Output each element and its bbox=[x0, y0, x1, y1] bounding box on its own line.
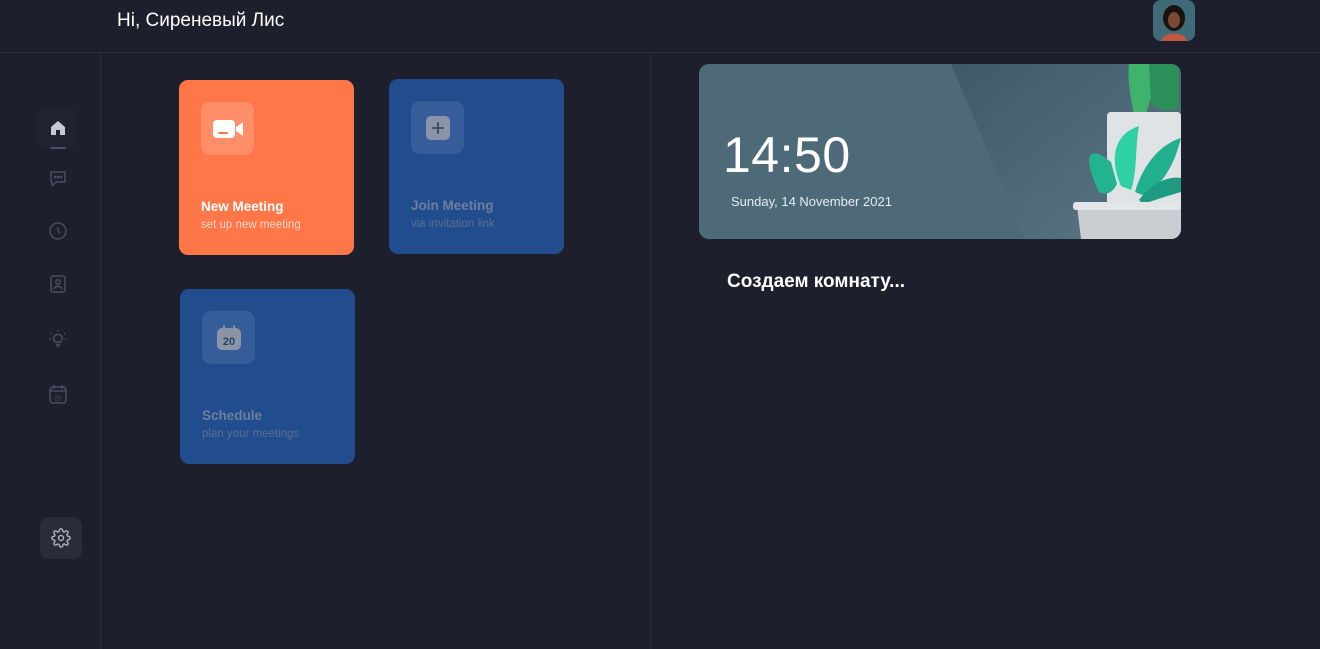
join-meeting-card[interactable]: Join Meeting via invitation link bbox=[389, 79, 564, 254]
new-meeting-card[interactable]: New Meeting set up new meeting bbox=[179, 80, 354, 255]
top-bar: Hi, Сиреневый Лис bbox=[0, 0, 1320, 53]
clock-time: 14:50 bbox=[723, 127, 851, 183]
calendar-icon: 20 bbox=[216, 324, 241, 350]
status-message: Создаем комнату... bbox=[727, 271, 906, 292]
clock-date: Sunday, 14 November 2021 bbox=[731, 194, 892, 209]
contact-card-icon bbox=[50, 275, 66, 293]
schedule-subtitle: plan your meetings bbox=[202, 428, 300, 440]
sidebar-item-chat[interactable] bbox=[38, 159, 78, 199]
calendar-icon: 20 bbox=[49, 385, 67, 404]
settings-button[interactable] bbox=[40, 517, 82, 559]
sidebar-item-home[interactable] bbox=[38, 108, 78, 149]
user-avatar[interactable] bbox=[1153, 0, 1195, 41]
panel-divider bbox=[650, 53, 651, 649]
lightbulb-icon bbox=[49, 330, 67, 348]
home-icon bbox=[51, 121, 65, 135]
join-meeting-subtitle: via invitation link bbox=[411, 218, 495, 230]
chat-icon bbox=[50, 171, 66, 187]
sidebar-item-contacts[interactable] bbox=[38, 264, 78, 304]
gear-icon bbox=[51, 528, 71, 548]
schedule-icon-tile: 20 bbox=[202, 311, 255, 364]
new-meeting-title: New Meeting bbox=[201, 199, 284, 214]
sidebar-item-ideas[interactable] bbox=[38, 319, 78, 359]
plus-icon bbox=[425, 115, 450, 140]
schedule-card[interactable]: 20 Schedule plan your meetings bbox=[180, 289, 355, 464]
join-meeting-title: Join Meeting bbox=[411, 198, 494, 213]
video-camera-icon bbox=[212, 119, 243, 138]
new-meeting-subtitle: set up new meeting bbox=[201, 219, 301, 231]
svg-text:20: 20 bbox=[54, 396, 62, 403]
new-meeting-icon-tile bbox=[201, 102, 254, 155]
app-window: Hi, Сиреневый Лис 20 New Meeting set up … bbox=[0, 0, 1320, 649]
clock-banner: 14:50 Sunday, 14 November 2021 bbox=[699, 64, 1181, 239]
calendar-icon-day: 20 bbox=[222, 336, 234, 348]
clock-icon bbox=[49, 222, 67, 240]
join-meeting-icon-tile bbox=[411, 101, 464, 154]
schedule-title: Schedule bbox=[202, 408, 263, 423]
greeting-text: Hi, Сиреневый Лис bbox=[117, 10, 285, 31]
sidebar-item-calendar[interactable]: 20 bbox=[38, 374, 78, 414]
sidebar: 20 bbox=[0, 53, 101, 649]
sidebar-item-history[interactable] bbox=[38, 211, 78, 251]
plant-illustration bbox=[1073, 64, 1181, 239]
